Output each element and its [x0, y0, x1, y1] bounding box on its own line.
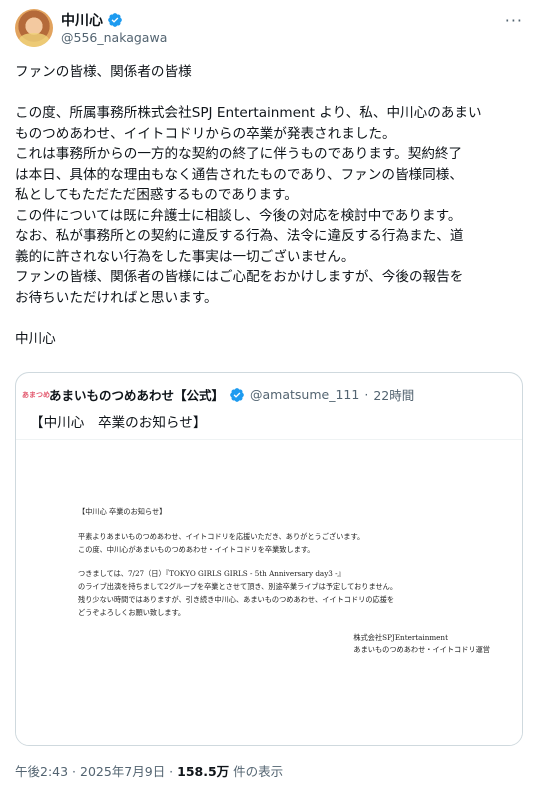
tweet-line: 義的に許されない行為をした事実は一切ございません。	[15, 248, 355, 265]
tweet-header: 中川心 @556_nakagawa ···	[15, 9, 523, 49]
quoted-tweet-header: あまつめ あまいものつめあわせ【公式】 @amatsume_111 · 22時間	[22, 385, 414, 404]
notice-title: 【中川心 卒業のお知らせ】	[78, 507, 167, 516]
quoted-time[interactable]: 22時間	[373, 385, 414, 404]
notice-content: 【中川心 卒業のお知らせ】 平素よりあまいものつめあわせ、イイトコドリを応援いた…	[78, 506, 490, 662]
quoted-separator: ·	[364, 387, 369, 402]
quoted-text: 【中川心 卒業のお知らせ】	[30, 415, 207, 431]
line-spacer	[15, 308, 525, 329]
views-label: 件の表示	[229, 764, 284, 779]
tweet-line: ファンの皆様、関係者の皆様	[15, 64, 192, 80]
notice-line: つきましては、7/27（日）『TOKYO GIRLS GIRLS - 5th A…	[78, 569, 345, 579]
tweet-footer: 午後2:43 · 2025年7月9日 · 158.5万 件の表示	[15, 761, 283, 780]
quoted-tweet[interactable]: あまつめ あまいものつめあわせ【公式】 @amatsume_111 · 22時間…	[15, 372, 523, 746]
tweet-line: 中川心	[15, 330, 56, 347]
notice-operator: あまいものつめあわせ・イイトコドリ運営	[353, 645, 490, 655]
notice-line: この度、中川心があまいものつめあわせ・イイトコドリを卒業致します。	[78, 544, 315, 554]
verified-badge-icon	[230, 387, 244, 402]
tweet-line: は本日、具体的な理由もなく通告されたものであり、ファンの皆様同様、	[15, 166, 463, 183]
tweet-line: この度、所属事務所株式会社SPJ Entertainment より、私、中川心の…	[15, 105, 482, 121]
verified-badge-icon	[108, 13, 122, 27]
views-count: 158.5万	[177, 764, 230, 779]
quoted-display-name: あまいものつめあわせ【公式】	[49, 388, 225, 403]
notice-line: どうぞよろしくお願い致します。	[78, 607, 186, 617]
quoted-avatar[interactable]: あまつめ	[22, 386, 50, 403]
tweet-line: これは事務所からの一方的な契約の終了に伴うものであります。契約終了	[15, 146, 463, 162]
notice-image[interactable]: 【中川心 卒業のお知らせ】 平素よりあまいものつめあわせ、イイトコドリを応援いた…	[16, 439, 522, 745]
avatar[interactable]	[15, 9, 53, 47]
notice-signature: 株式会社SPJEntertainment あまいものつめあわせ・イイトコドリ運営	[353, 632, 490, 658]
tweet-line: ファンの皆様、関係者の皆様にはご心配をおかけしますが、今後の報告を	[15, 269, 464, 285]
notice-line: 残り少ない時間ではありますが、引き続き中川心、あまいものつめあわせ、イイトコドリ…	[78, 594, 395, 604]
timestamp[interactable]: 午後2:43 · 2025年7月9日 ·	[15, 764, 177, 779]
notice-line: のライブ出演を持ちまして2グループを卒業とさせて頂き、別途卒業ライブは予定してお…	[78, 582, 398, 592]
tweet-line: お待ちいただければと思います。	[15, 289, 218, 306]
quoted-handle: @amatsume_111	[250, 387, 360, 402]
tweet-line: なお、私が事務所との契約に違反する行為、法令に違反する行為また、道	[15, 228, 464, 244]
more-icon[interactable]: ···	[505, 11, 523, 30]
line-spacer	[15, 83, 525, 104]
author-handle[interactable]: @556_nakagawa	[61, 30, 167, 45]
notice-line: 平素よりあまいものつめあわせ、イイトコドリを応援いただき、ありがとうございます。	[78, 531, 365, 541]
author-name-row: 中川心	[61, 10, 123, 30]
tweet-text: ファンの皆様、関係者の皆様この度、所属事務所株式会社SPJ Entertainm…	[15, 62, 525, 349]
author-display-name[interactable]: 中川心	[61, 10, 103, 30]
tweet-line: 私としてもただただ困惑するものであります。	[15, 187, 298, 203]
tweet-line: ものつめあわせ、イイトコドリからの卒業が発表されました。	[15, 125, 396, 142]
notice-company: 株式会社SPJEntertainment	[353, 632, 448, 642]
tweet-line: この件については既に弁護士に相談し、今後の対応を検討中であります。	[15, 207, 462, 224]
